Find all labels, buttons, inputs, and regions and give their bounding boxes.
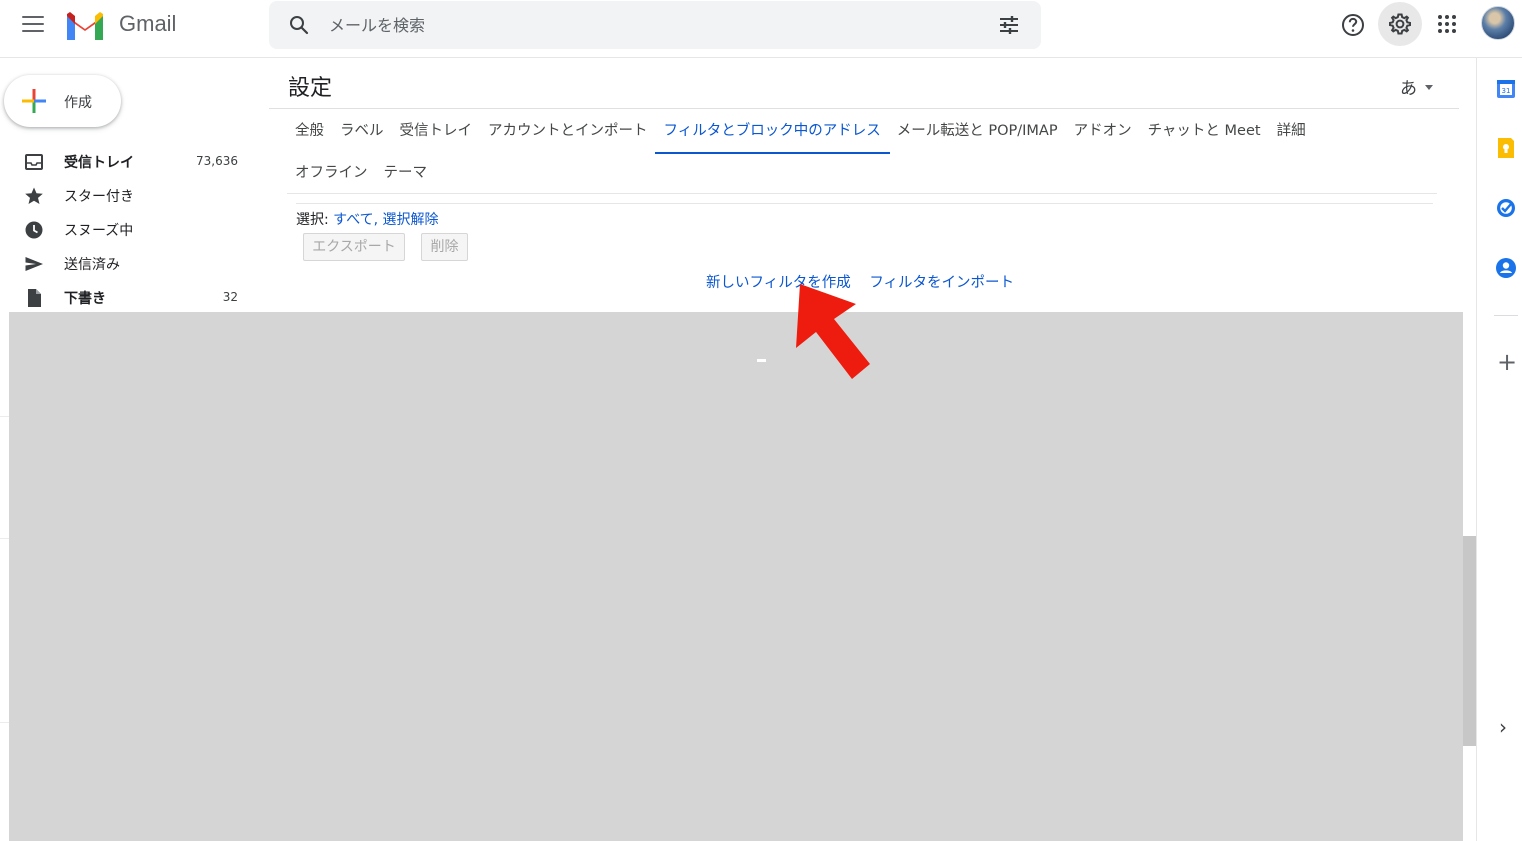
page-title: 設定 bbox=[288, 76, 333, 101]
divider bbox=[269, 108, 1459, 109]
avatar[interactable] bbox=[1481, 6, 1515, 40]
divider bbox=[0, 538, 9, 539]
apps-icon[interactable] bbox=[1437, 14, 1457, 34]
tab-addons[interactable]: アドオン bbox=[1066, 116, 1140, 146]
search-input[interactable] bbox=[329, 1, 969, 49]
sidebar-item-label: スヌーズ中 bbox=[64, 223, 134, 239]
select-label: 選択: bbox=[296, 212, 329, 228]
settings-button[interactable] bbox=[1378, 2, 1422, 46]
tune-icon[interactable] bbox=[997, 13, 1021, 37]
send-icon bbox=[25, 257, 43, 271]
keep-icon[interactable] bbox=[1495, 137, 1517, 159]
draft-icon bbox=[28, 289, 41, 307]
sidebar-item-drafts[interactable]: 下書き 32 bbox=[0, 280, 260, 314]
delete-button[interactable]: 削除 bbox=[421, 233, 468, 261]
sidebar-item-starred[interactable]: スター付き bbox=[0, 178, 260, 212]
sidebar-item-sent[interactable]: 送信済み bbox=[0, 246, 260, 280]
sidebar-nav: 受信トレイ 73,636 スター付き スヌーズ中 送信済み 下書き 32 bbox=[0, 144, 260, 314]
svg-text:31: 31 bbox=[1502, 87, 1511, 95]
draft-count: 32 bbox=[222, 290, 238, 304]
tab-forwarding-pop-imap[interactable]: メール転送と POP/IMAP bbox=[889, 116, 1066, 146]
select-none-link[interactable]: 選択解除 bbox=[383, 212, 439, 228]
tab-offline[interactable]: オフライン bbox=[287, 158, 376, 188]
sidebar-item-label: 下書き bbox=[64, 291, 106, 307]
tab-accounts-import[interactable]: アカウントとインポート bbox=[480, 116, 656, 146]
tasks-icon[interactable] bbox=[1495, 197, 1517, 219]
divider bbox=[0, 722, 9, 723]
top-bar: Gmail bbox=[0, 0, 1522, 58]
sidebar-item-label: スター付き bbox=[64, 189, 134, 205]
modal-overlay bbox=[9, 312, 1463, 841]
gmail-logo[interactable] bbox=[64, 10, 106, 40]
scrollbar[interactable] bbox=[1463, 536, 1476, 746]
compose-label: 作成 bbox=[64, 95, 92, 111]
help-icon[interactable] bbox=[1340, 12, 1366, 38]
plus-icon bbox=[22, 89, 46, 113]
settings-tabs-row-1: 全般 ラベル 受信トレイ アカウントとインポート フィルタとブロック中のアドレス… bbox=[287, 116, 1314, 154]
contacts-icon[interactable] bbox=[1495, 257, 1517, 279]
add-icon[interactable]: + bbox=[1497, 350, 1517, 374]
settings-tabs-row-2: オフライン テーマ bbox=[287, 158, 435, 188]
divider bbox=[296, 203, 1433, 204]
search-icon[interactable] bbox=[287, 13, 311, 37]
app-name: Gmail bbox=[119, 11, 177, 36]
search-bar[interactable] bbox=[269, 1, 1041, 49]
menu-icon[interactable] bbox=[22, 16, 44, 34]
divider bbox=[0, 416, 9, 417]
side-panel: 31 + › bbox=[1476, 58, 1522, 841]
import-filter-link[interactable]: フィルタをインポート bbox=[869, 275, 1014, 291]
inbox-icon bbox=[25, 154, 43, 170]
sidebar-item-label: 受信トレイ bbox=[64, 155, 134, 171]
annotation-arrow-icon bbox=[796, 284, 870, 379]
tab-labels[interactable]: ラベル bbox=[332, 116, 392, 146]
tab-chat-meet[interactable]: チャットと Meet bbox=[1140, 116, 1269, 146]
select-separator: , bbox=[373, 212, 379, 228]
tab-themes[interactable]: テーマ bbox=[376, 158, 436, 188]
input-tools-label: あ bbox=[1400, 79, 1417, 99]
compose-button[interactable]: 作成 bbox=[4, 75, 121, 127]
tab-inbox[interactable]: 受信トレイ bbox=[392, 116, 481, 146]
divider bbox=[287, 193, 1437, 194]
chevron-down-icon bbox=[1425, 85, 1433, 90]
unread-count: 73,636 bbox=[196, 154, 238, 168]
divider bbox=[1494, 315, 1518, 316]
tab-general[interactable]: 全般 bbox=[287, 116, 332, 146]
star-icon bbox=[25, 187, 43, 204]
input-tools-selector[interactable]: あ bbox=[1400, 74, 1433, 99]
sidebar-item-label: 送信済み bbox=[64, 257, 120, 273]
sidebar-item-snoozed[interactable]: スヌーズ中 bbox=[0, 212, 260, 246]
chevron-right-icon[interactable]: › bbox=[1499, 715, 1507, 739]
tab-advanced[interactable]: 詳細 bbox=[1269, 116, 1314, 146]
clock-icon bbox=[25, 221, 43, 239]
export-button[interactable]: エクスポート bbox=[303, 233, 405, 261]
selection-row: 選択: すべて, 選択解除 bbox=[296, 209, 439, 229]
calendar-icon[interactable]: 31 bbox=[1495, 78, 1517, 100]
sidebar-item-inbox[interactable]: 受信トレイ 73,636 bbox=[0, 144, 260, 178]
tab-filters-blocked[interactable]: フィルタとブロック中のアドレス bbox=[654, 116, 890, 154]
loading-indicator bbox=[757, 359, 766, 362]
gear-icon bbox=[1389, 13, 1411, 35]
select-all-link[interactable]: すべて bbox=[333, 212, 373, 228]
